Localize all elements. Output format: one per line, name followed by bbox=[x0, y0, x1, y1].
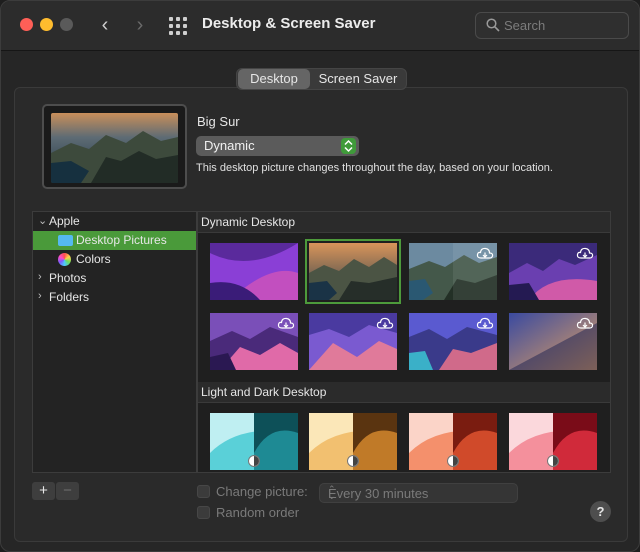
disclosure-collapsed-icon: › bbox=[38, 271, 42, 283]
folder-icon bbox=[58, 235, 73, 246]
forward-button[interactable]: › bbox=[130, 14, 150, 36]
preview-image bbox=[51, 113, 178, 183]
change-picture-checkbox[interactable] bbox=[197, 485, 210, 498]
tab-bar: Desktop Screen Saver bbox=[236, 68, 407, 90]
tab-desktop[interactable]: Desktop bbox=[238, 69, 310, 89]
desktop-preview bbox=[42, 104, 187, 189]
wallpaper-thumbnail[interactable] bbox=[210, 243, 298, 300]
section-header: Dynamic Desktop bbox=[198, 212, 610, 233]
light-dark-mode-icon bbox=[248, 455, 260, 467]
source-item-colors[interactable]: Colors bbox=[33, 250, 196, 269]
picture-name: Big Sur bbox=[197, 114, 240, 129]
cloud-download-icon bbox=[376, 317, 394, 329]
wallpaper-thumbnail[interactable] bbox=[409, 243, 497, 300]
source-item-folders[interactable]: › Folders bbox=[33, 288, 196, 307]
section-header: Light and Dark Desktop bbox=[198, 382, 610, 403]
wallpaper-thumbnail[interactable] bbox=[210, 413, 298, 470]
mode-value: Dynamic bbox=[204, 138, 255, 153]
random-order-checkbox[interactable] bbox=[197, 506, 210, 519]
light-dark-mode-icon bbox=[547, 455, 559, 467]
cloud-download-icon bbox=[277, 317, 295, 329]
change-picture-label: Change picture: bbox=[216, 484, 308, 499]
color-wheel-icon bbox=[58, 253, 71, 266]
zoom-button[interactable] bbox=[60, 18, 73, 31]
disclosure-expanded-icon: ⌄ bbox=[38, 215, 48, 227]
wallpaper-thumbnail[interactable] bbox=[409, 413, 497, 470]
cloud-download-icon bbox=[576, 247, 594, 259]
wallpaper-thumbnail[interactable] bbox=[309, 313, 397, 370]
help-button[interactable]: ? bbox=[590, 501, 611, 522]
wallpaper-thumbnail[interactable] bbox=[309, 413, 397, 470]
search-field[interactable] bbox=[475, 12, 629, 39]
wallpaper-thumbnail[interactable] bbox=[509, 313, 597, 370]
cloud-download-icon bbox=[576, 317, 594, 329]
disclosure-collapsed-icon: › bbox=[38, 290, 42, 302]
title-bar: ‹ › Desktop & Screen Saver bbox=[1, 1, 639, 51]
light-dark-mode-icon bbox=[347, 455, 359, 467]
search-input[interactable] bbox=[504, 15, 624, 36]
minimize-button[interactable] bbox=[40, 18, 53, 31]
source-list: ⌄ Apple Desktop Pictures Colors › Photos… bbox=[32, 211, 197, 473]
chevron-left-icon: ‹ bbox=[101, 14, 109, 36]
tab-screen-saver[interactable]: Screen Saver bbox=[310, 69, 406, 89]
wallpaper-thumbnail[interactable] bbox=[409, 313, 497, 370]
close-button[interactable] bbox=[20, 18, 33, 31]
show-all-grid-icon[interactable] bbox=[169, 17, 187, 35]
search-icon bbox=[486, 18, 500, 32]
back-button[interactable]: ‹ bbox=[95, 14, 115, 36]
wallpaper-thumbnail[interactable] bbox=[509, 413, 597, 470]
wallpaper-thumbnail[interactable] bbox=[509, 243, 597, 300]
wallpaper-gallery: Dynamic Desktop Light and Dark Desktop bbox=[197, 211, 611, 473]
light-dark-mode-icon bbox=[447, 455, 459, 467]
window-title: Desktop & Screen Saver bbox=[202, 15, 376, 32]
chevron-right-icon: › bbox=[136, 14, 144, 36]
interval-popup[interactable]: Every 30 minutes ⌃ ⌄ bbox=[319, 483, 518, 503]
cloud-download-icon bbox=[476, 247, 494, 259]
mode-popup[interactable]: Dynamic bbox=[196, 136, 359, 156]
random-order-label: Random order bbox=[216, 505, 300, 520]
preferences-window: ‹ › Desktop & Screen Saver Desktop Scree… bbox=[0, 0, 640, 552]
popup-stepper-icon: ⌃ ⌄ bbox=[328, 484, 336, 501]
remove-folder-button[interactable]: − bbox=[56, 482, 79, 500]
cloud-download-icon bbox=[476, 317, 494, 329]
popup-stepper-icon bbox=[341, 138, 356, 154]
wallpaper-thumbnail-selected[interactable] bbox=[305, 239, 401, 304]
mode-description: This desktop picture changes throughout … bbox=[196, 162, 553, 174]
source-item-photos[interactable]: › Photos bbox=[33, 269, 196, 288]
source-item-apple[interactable]: ⌄ Apple bbox=[33, 212, 196, 231]
add-folder-button[interactable]: + bbox=[32, 482, 55, 500]
source-item-desktop-pictures[interactable]: Desktop Pictures bbox=[33, 231, 196, 250]
wallpaper-thumbnail[interactable] bbox=[210, 313, 298, 370]
